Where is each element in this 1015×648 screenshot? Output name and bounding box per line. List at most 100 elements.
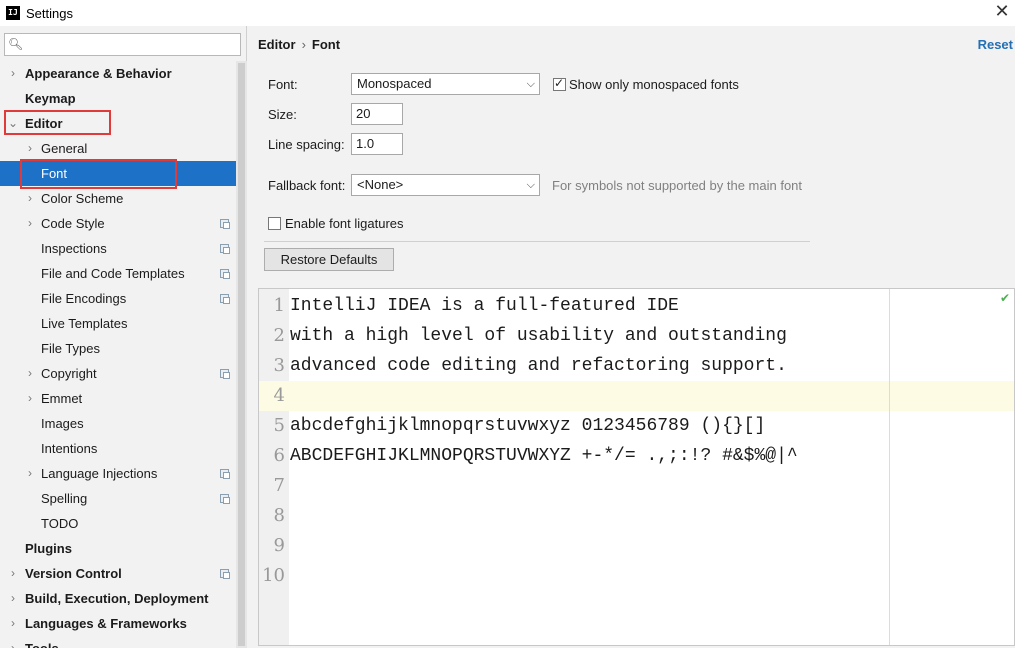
sidebar-item-label: Code Style: [41, 216, 105, 231]
project-scope-icon: [220, 569, 230, 579]
fallback-font-value: <None>: [357, 177, 404, 192]
breadcrumb-parent[interactable]: Editor: [258, 37, 296, 52]
line-number: 6: [273, 445, 285, 466]
preview-line-text: advanced code editing and refactoring su…: [290, 356, 787, 376]
sidebar-item-todo[interactable]: TODO: [0, 511, 236, 536]
preview-line-text: with a high level of usability and outst…: [290, 326, 787, 346]
sidebar-item-label: Spelling: [41, 491, 88, 506]
sidebar-scrollbar[interactable]: [236, 61, 247, 648]
sidebar-item-inspections[interactable]: Inspections: [0, 236, 236, 261]
chevron-right-icon[interactable]: ›: [24, 136, 36, 161]
chevron-right-icon[interactable]: ›: [24, 461, 36, 486]
sidebar-item-label: Inspections: [41, 241, 107, 256]
sidebar-item-images[interactable]: Images: [0, 411, 236, 436]
preview-line-text: abcdefghijklmnopqrstuvwxyz 0123456789 ()…: [290, 416, 766, 436]
sidebar-item-spelling[interactable]: Spelling: [0, 486, 236, 511]
chevron-right-icon[interactable]: ›: [7, 636, 19, 648]
chevron-down-icon: ⌵: [526, 78, 535, 90]
font-combo[interactable]: Monospaced ⌵: [351, 73, 540, 95]
project-scope-icon: [220, 269, 230, 279]
preview-line[interactable]: 5 abcdefghijklmnopqrstuvwxyz 0123456789 (…: [259, 411, 1014, 441]
line-number: 5: [273, 415, 285, 436]
line-number: 10: [262, 565, 285, 586]
preview-line[interactable]: 9: [259, 531, 1014, 561]
chevron-right-icon[interactable]: ›: [24, 386, 36, 411]
sidebar-item-font[interactable]: Font: [0, 161, 236, 186]
chevron-right-icon[interactable]: ›: [7, 611, 19, 636]
sidebar-item-label: Appearance & Behavior: [25, 66, 172, 81]
preview-line[interactable]: 2 with a high level of usability and outs…: [259, 321, 1014, 351]
reset-link[interactable]: Reset: [978, 37, 1013, 52]
project-scope-icon: [220, 219, 230, 229]
preview-line-text: ABCDEFGHIJKLMNOPQRSTUVWXYZ +-*/= .,;:!? …: [290, 446, 798, 466]
preview-line[interactable]: 1 IntelliJ IDEA is a full-featured IDE: [259, 291, 1014, 321]
chevron-down-icon[interactable]: ⌄: [7, 111, 19, 136]
sidebar-scroll-thumb[interactable]: [238, 63, 245, 646]
line-number: 9: [273, 535, 285, 556]
chevron-right-icon[interactable]: ›: [24, 361, 36, 386]
preview-line-text: IntelliJ IDEA is a full-featured IDE: [290, 296, 679, 316]
line-number: 8: [273, 505, 285, 526]
sidebar-item-file-encodings[interactable]: File Encodings: [0, 286, 236, 311]
sidebar-item-appearance-behavior[interactable]: › Appearance & Behavior: [0, 61, 236, 86]
sidebar-item-languages-frameworks[interactable]: › Languages & Frameworks: [0, 611, 236, 636]
preview-line[interactable]: 7: [259, 471, 1014, 501]
chevron-right-icon[interactable]: ›: [24, 211, 36, 236]
line-number: 7: [273, 475, 285, 496]
breadcrumb-current: Font: [311, 37, 341, 52]
sidebar-item-label: Emmet: [41, 391, 83, 406]
sidebar-item-general[interactable]: › General: [0, 136, 236, 161]
chevron-right-icon[interactable]: ›: [7, 61, 19, 86]
sidebar-item-label: Images: [41, 416, 84, 431]
line-number: 1: [273, 295, 285, 316]
sidebar-item-label: Plugins: [25, 541, 72, 556]
line-spacing-label: Line spacing:: [268, 137, 345, 152]
sidebar-item-label: File Types: [41, 341, 101, 356]
sidebar-item-label: Live Templates: [41, 316, 128, 331]
fallback-font-hint: For symbols not supported by the main fo…: [552, 178, 803, 193]
sidebar-item-plugins[interactable]: Plugins: [0, 536, 236, 561]
sidebar-item-file-types[interactable]: File Types: [0, 336, 236, 361]
sidebar-item-live-templates[interactable]: Live Templates: [0, 311, 236, 336]
chevron-right-icon[interactable]: ›: [24, 186, 36, 211]
sidebar-item-code-style[interactable]: › Code Style: [0, 211, 236, 236]
monospaced-only-label[interactable]: Show only monospaced fonts: [569, 77, 739, 92]
chevron-right-icon[interactable]: ›: [7, 586, 19, 611]
search-input[interactable]: [29, 36, 234, 53]
sidebar-item-version-control[interactable]: › Version Control: [0, 561, 236, 586]
font-ligatures-checkbox[interactable]: [268, 217, 281, 230]
project-scope-icon: [220, 494, 230, 504]
settings-tree: › Appearance & Behavior Keymap ⌄ Editor › Gene…: [0, 61, 236, 648]
settings-search-box[interactable]: 🔍︎: [4, 33, 241, 56]
sidebar-item-intentions[interactable]: Intentions: [0, 436, 236, 461]
preview-line[interactable]: 10: [259, 561, 1014, 591]
sidebar-item-emmet[interactable]: › Emmet: [0, 386, 236, 411]
font-preview-editor[interactable]: 1 IntelliJ IDEA is a full-featured IDE 2 wi…: [258, 288, 1015, 646]
sidebar-item-tools[interactable]: › Tools: [0, 636, 236, 648]
restore-defaults-button[interactable]: Restore Defaults: [264, 248, 394, 271]
sidebar-item-language-injections[interactable]: › Language Injections: [0, 461, 236, 486]
sidebar-item-editor[interactable]: ⌄ Editor: [0, 111, 236, 136]
sidebar-item-copyright[interactable]: › Copyright: [0, 361, 236, 386]
preview-line[interactable]: 3 advanced code editing and refactoring s…: [259, 351, 1014, 381]
close-icon[interactable]: ✕: [991, 2, 1013, 24]
sidebar-item-file-and-code-templates[interactable]: File and Code Templates: [0, 261, 236, 286]
preview-line[interactable]: 6 ABCDEFGHIJKLMNOPQRSTUVWXYZ +-*/= .,;:!?…: [259, 441, 1014, 471]
fallback-font-combo[interactable]: <None> ⌵: [351, 174, 540, 196]
settings-sidebar: 🔍︎ › Appearance & Behavior Keymap ⌄ Editor › G…: [0, 26, 247, 648]
font-ligatures-label[interactable]: Enable font ligatures: [285, 216, 404, 231]
size-field[interactable]: 20: [351, 103, 403, 125]
line-spacing-field[interactable]: 1.0: [351, 133, 403, 155]
sidebar-item-label: Version Control: [25, 566, 122, 581]
sidebar-item-build-execution-deployment[interactable]: › Build, Execution, Deployment: [0, 586, 236, 611]
chevron-right-icon[interactable]: ›: [7, 561, 19, 586]
monospaced-only-checkbox[interactable]: [553, 76, 566, 91]
preview-line[interactable]: 4: [259, 381, 1014, 411]
project-scope-icon: [220, 294, 230, 304]
sidebar-item-color-scheme[interactable]: › Color Scheme: [0, 186, 236, 211]
sidebar-item-keymap[interactable]: Keymap: [0, 86, 236, 111]
preview-line[interactable]: 8: [259, 501, 1014, 531]
sidebar-item-label: Tools: [25, 636, 59, 648]
font-label: Font:: [268, 77, 298, 92]
intellij-logo-icon: IJ: [6, 6, 20, 20]
